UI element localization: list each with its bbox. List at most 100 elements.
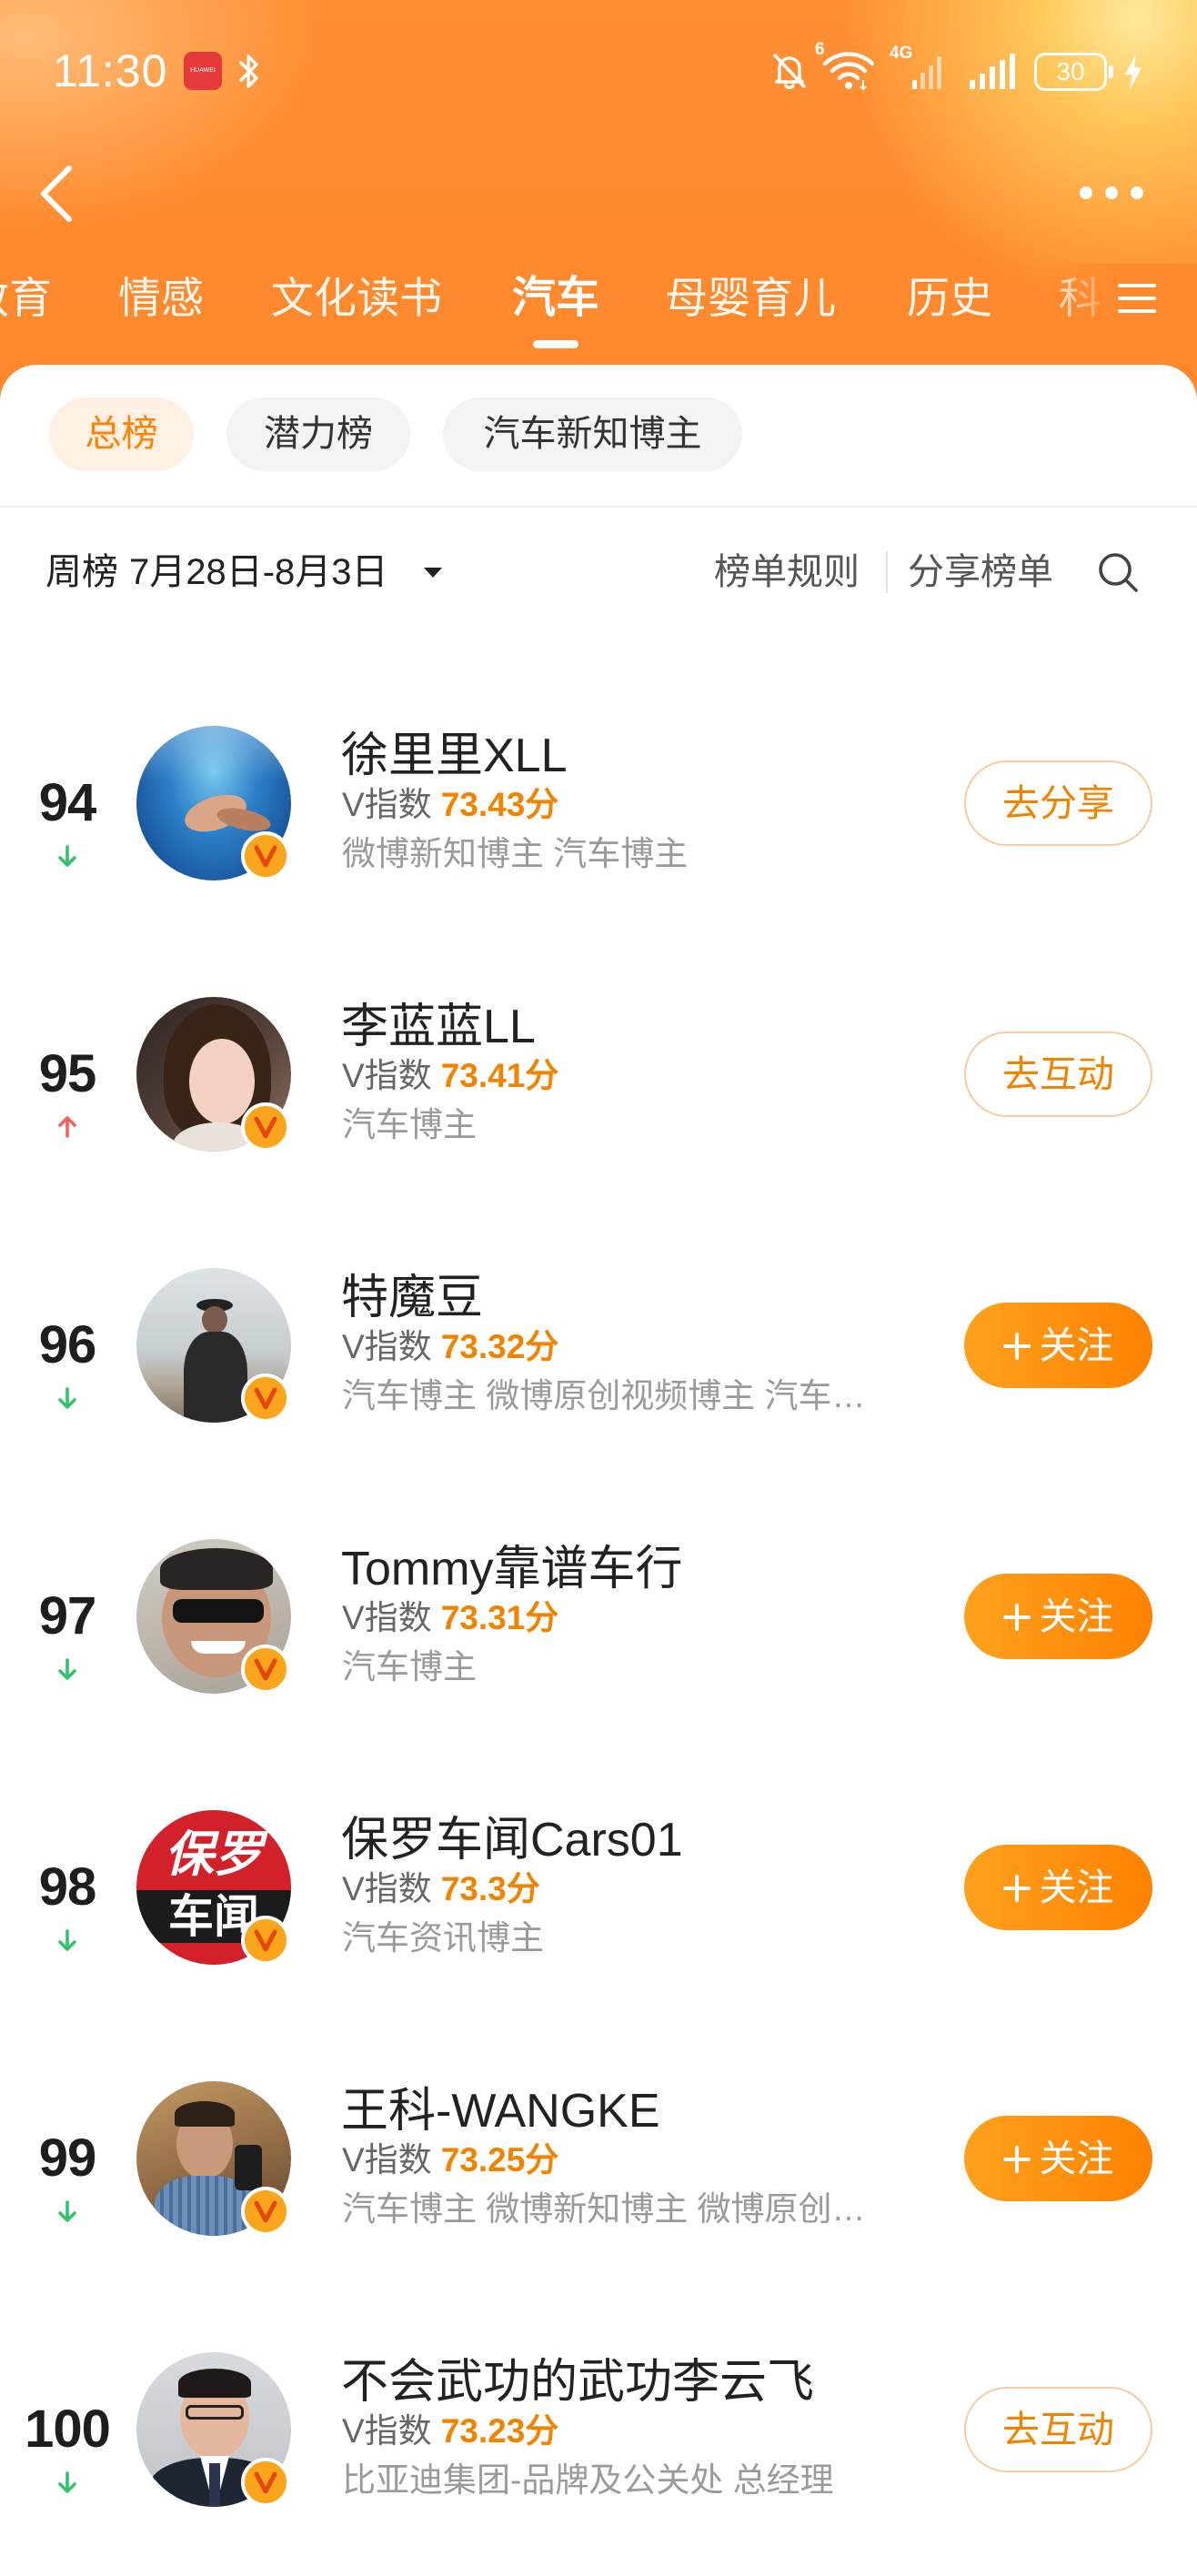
avatar-art [136, 726, 291, 780]
rank-cell: 95 [0, 939, 135, 1210]
blogger-name[interactable]: 李蓝蓝LL [341, 1000, 536, 1054]
ranking-row[interactable]: 99 王科-WANGKE V指数 73.25分 汽车博主 微博新知博主 微博原创… 关注 [0, 2023, 1197, 2294]
blogger-name[interactable]: 徐里里XLL [341, 729, 568, 783]
v-index-label: V指数 [342, 1328, 432, 1365]
v-index-label: V指数 [342, 786, 432, 823]
ranking-list: 94 徐里里XLL V指数 73.43分 微博新知博主 汽车博主 去分享 95 李蓝蓝LL V指… [0, 668, 1197, 2569]
rank-cell: 99 [0, 2023, 135, 2294]
ranking-row[interactable]: 98 保罗 车闻 保罗车闻Cars01 V指数 73.3分 汽车资讯博主 关注 [0, 1752, 1197, 2023]
v-index-label: V指数 [342, 1599, 432, 1636]
avatar-art [191, 1641, 246, 1654]
ranking-row[interactable]: 95 李蓝蓝LL V指数 73.41分 汽车博主 去互动 [0, 939, 1197, 1210]
menu-line [1118, 297, 1156, 300]
follow-button[interactable]: 关注 [964, 1845, 1152, 1930]
v-index-score: 73.43分 [440, 786, 559, 823]
avatar-art [209, 2463, 220, 2507]
verified-badge-icon [241, 831, 290, 880]
v-index: V指数 73.3分 [342, 1869, 540, 1909]
network-type-label: 4G [890, 44, 913, 63]
rank-number: 96 [38, 1315, 97, 1374]
blogger-tags: 汽车博主 [342, 1106, 477, 1143]
tab-history[interactable]: 历史 [907, 273, 992, 324]
blogger-name[interactable]: 保罗车闻Cars01 [341, 1813, 683, 1867]
wifi-icon [822, 52, 875, 91]
blogger-name[interactable]: Tommy靠谱车行 [341, 1542, 683, 1596]
avatar-art [178, 2369, 251, 2398]
blogger-name[interactable]: 特魔豆 [341, 1271, 483, 1325]
tab-selected-indicator [533, 340, 578, 348]
tab-culture-reading[interactable]: 文化读书 [271, 273, 442, 324]
dot [1080, 186, 1092, 199]
tab-emotion[interactable]: 情感 [118, 273, 204, 324]
avatar-logo-text: 保罗 [165, 1827, 263, 1882]
arrow-down-icon [58, 2200, 76, 2222]
caret-down-icon[interactable] [422, 566, 444, 579]
v-index-score: 73.3分 [440, 1870, 540, 1907]
interact-button[interactable]: 去互动 [964, 1031, 1152, 1117]
action-button-label: 去互动 [1002, 2409, 1114, 2450]
blogger-tags: 比亚迪集团-品牌及公关处 总经理 [342, 2461, 834, 2499]
separator [886, 551, 888, 593]
arrow-up-icon [58, 1116, 76, 1138]
v-index: V指数 73.23分 [342, 2411, 558, 2451]
rank-number: 100 [25, 2400, 111, 2459]
share-ranking-link[interactable]: 分享榜单 [908, 550, 1053, 594]
chevron-left-icon[interactable] [36, 164, 78, 224]
status-time: 11:30 [53, 45, 168, 96]
ranking-row[interactable]: 96 特魔豆 V指数 73.32分 汽车博主 微博原创视频博主 汽车… 关注 [0, 1210, 1197, 1481]
avatar-art [235, 2145, 262, 2190]
huawei-app-icon: HUAWEI [184, 52, 222, 90]
period-selector[interactable]: 周榜 7月28日-8月3日 [45, 550, 388, 594]
arrow-down-icon [58, 2471, 76, 2493]
share-button[interactable]: 去分享 [964, 760, 1152, 846]
menu-line [1118, 309, 1156, 313]
subtab-overall[interactable]: 总榜 [49, 397, 194, 471]
v-index-label: V指数 [342, 2141, 432, 2179]
period-label: 周榜 [45, 552, 118, 592]
v-index-score: 73.31分 [440, 1599, 559, 1636]
tab-education[interactable]: 教育 [0, 273, 52, 324]
v-index: V指数 73.43分 [342, 785, 558, 825]
verified-badge-icon [241, 1374, 290, 1423]
follow-button[interactable]: 关注 [964, 1574, 1152, 1659]
v-index-score: 73.23分 [440, 2412, 559, 2450]
charging-bolt-icon [1125, 54, 1142, 90]
subtab-potential[interactable]: 潜力榜 [226, 397, 410, 471]
arrow-down-icon [58, 1929, 76, 1951]
ranking-row[interactable]: 94 徐里里XLL V指数 73.43分微博新知博主 汽车博主 去分享 [0, 668, 1197, 939]
ranking-row[interactable]: 100 不会武功的武功李云飞 V指数 73.23分比亚迪集团-品牌及公关处 总经理 去互… [0, 2294, 1197, 2565]
rank-number: 95 [38, 1044, 97, 1103]
arrow-down-icon [58, 1658, 76, 1680]
action-button-label: 去分享 [1002, 782, 1114, 824]
tab-parenting[interactable]: 母婴育儿 [665, 273, 836, 324]
dot [1131, 186, 1143, 199]
v-index-label: V指数 [342, 1870, 432, 1907]
arrow-down-icon [58, 1387, 76, 1409]
blogger-name[interactable]: 不会武功的武功李云飞 [341, 2355, 814, 2410]
rank-number: 94 [38, 773, 97, 832]
more-dots-icon[interactable] [1075, 180, 1148, 206]
action-button-label: 关注 [1039, 2138, 1114, 2179]
bell-mute-icon [773, 54, 806, 89]
follow-button[interactable]: 关注 [964, 1303, 1152, 1388]
ranking-rules-link[interactable]: 榜单规则 [714, 550, 860, 594]
verified-badge-icon [241, 1916, 290, 1965]
rank-number: 97 [38, 1586, 97, 1645]
battery-icon: 30 [1034, 53, 1107, 91]
search-icon[interactable] [1095, 549, 1141, 595]
follow-button[interactable]: 关注 [964, 2116, 1152, 2201]
v-index: V指数 73.31分 [342, 1598, 558, 1638]
rank-cell: 100 [0, 2294, 135, 2565]
blogger-tags: 汽车博主 [342, 1648, 477, 1685]
interact-button[interactable]: 去互动 [964, 2387, 1152, 2472]
avatar-art [175, 2101, 235, 2127]
rank-number: 99 [38, 2128, 97, 2188]
subtab-auto-knowledge[interactable]: 汽车新知博主 [443, 397, 742, 471]
ranking-row[interactable]: 97 Tommy靠谱车行 V指数 73.31分 汽车博主 关注 [0, 1481, 1197, 1752]
menu-icon[interactable] [1118, 282, 1156, 315]
tab-auto[interactable]: 汽车 [512, 273, 599, 324]
blogger-tags: 微博新知博主 汽车博主 [342, 835, 689, 872]
blogger-name[interactable]: 王科-WANGKE [341, 2084, 660, 2138]
action-button-label: 关注 [1039, 1324, 1114, 1366]
v-index-label: V指数 [342, 2412, 432, 2450]
